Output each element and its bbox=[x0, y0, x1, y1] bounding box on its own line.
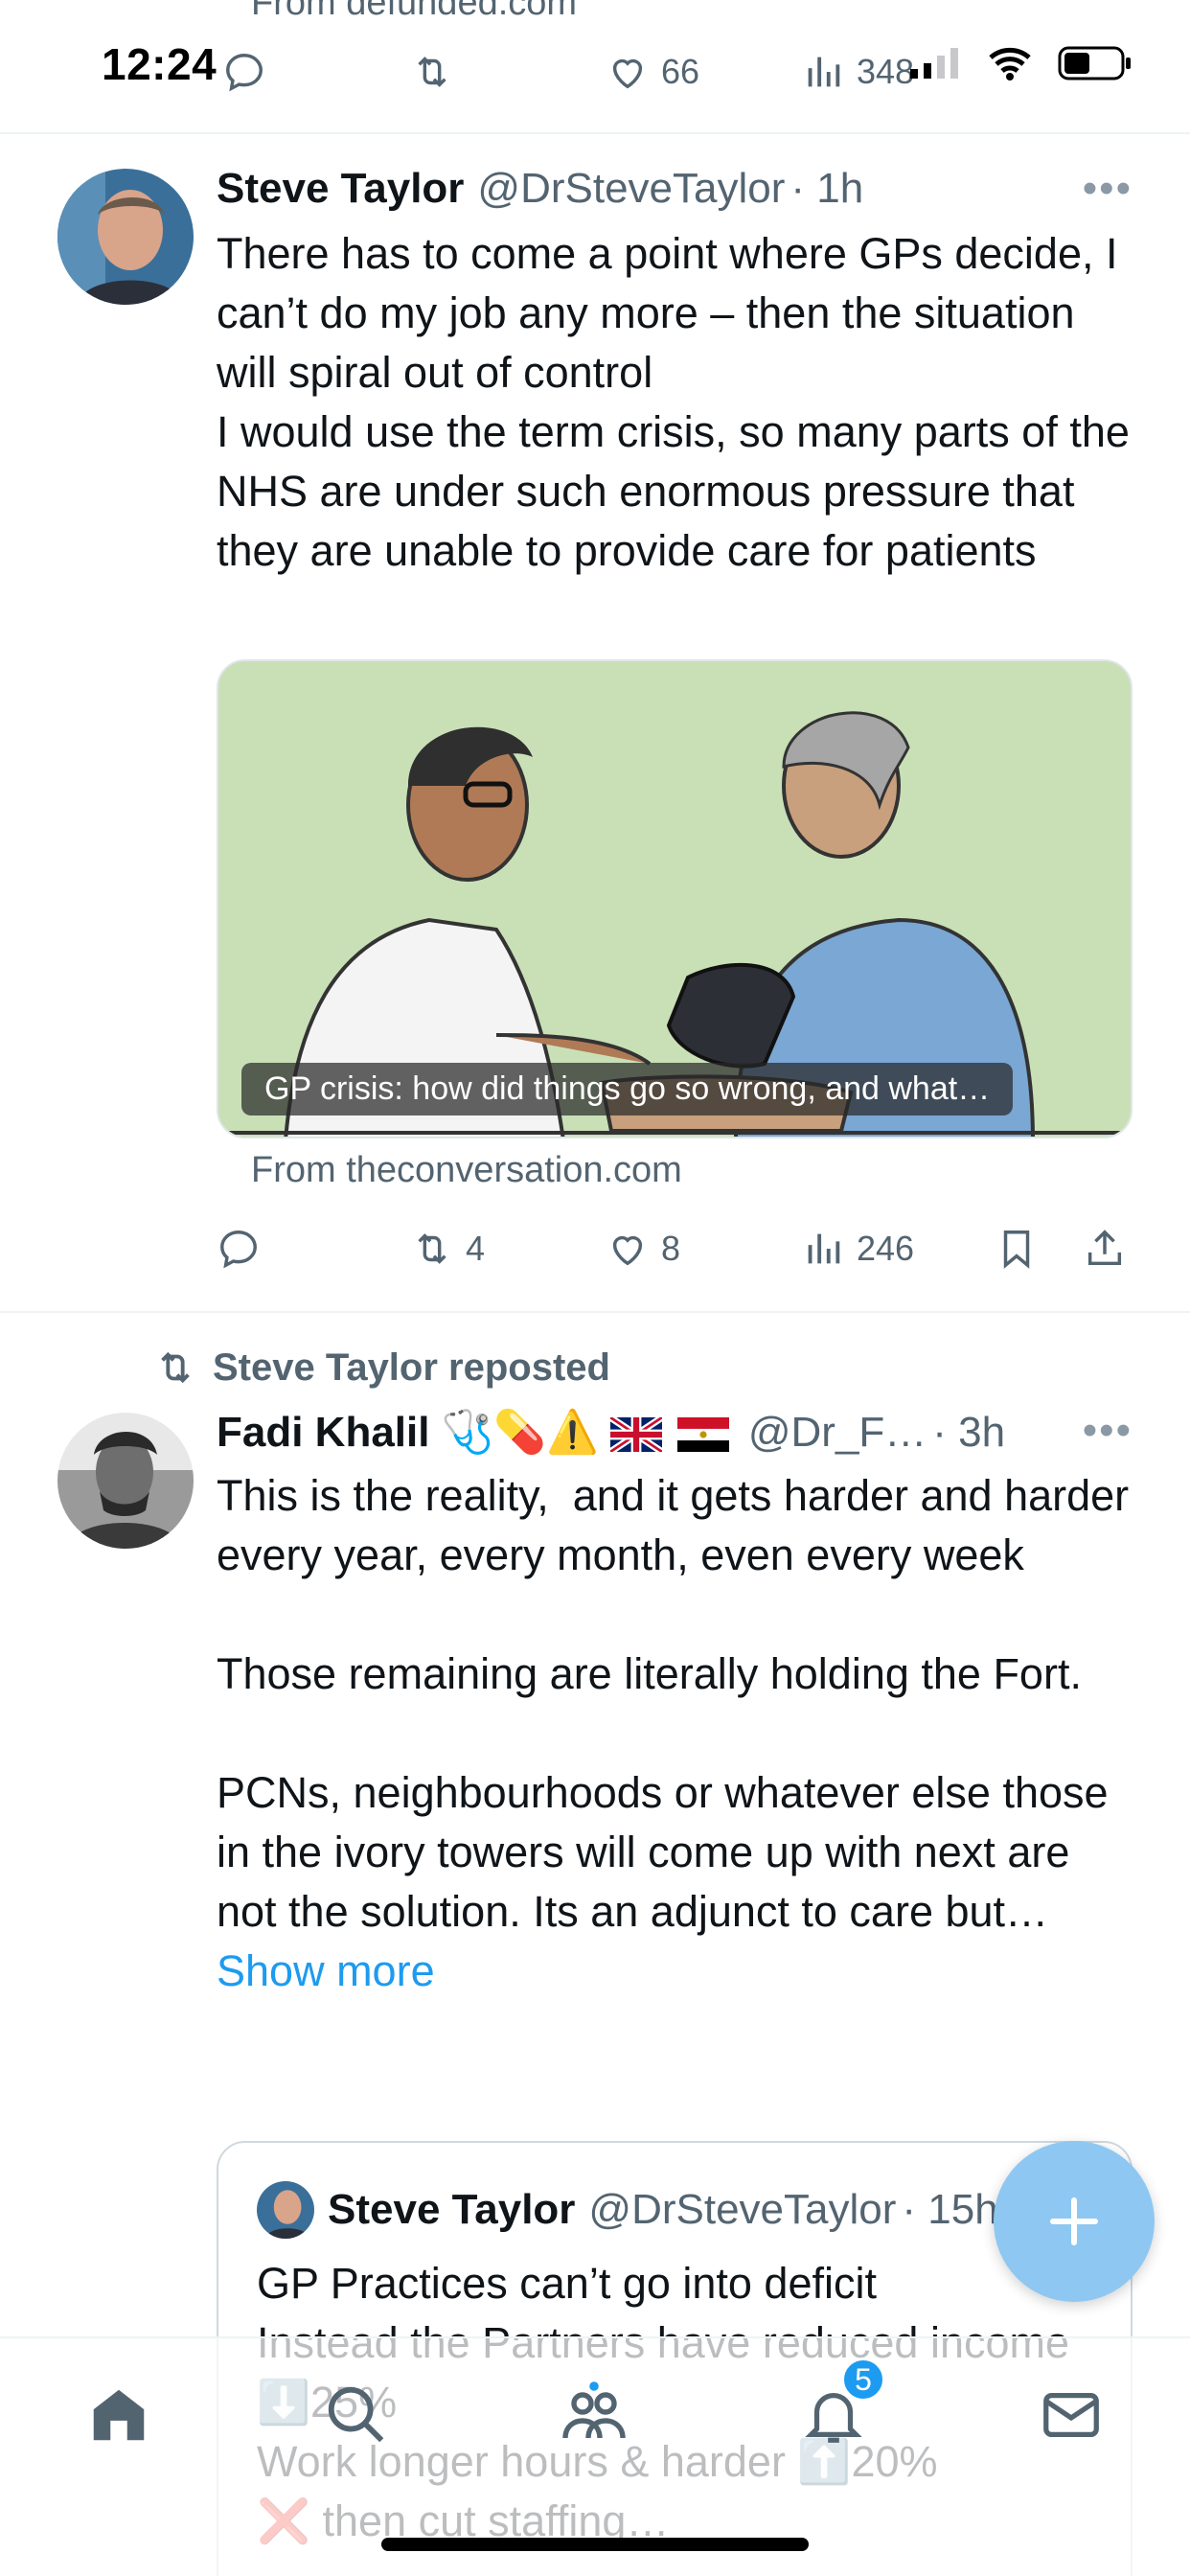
divider bbox=[0, 1311, 1190, 1313]
like-count: 8 bbox=[661, 1229, 681, 1268]
quote-time: · 15h bbox=[902, 2186, 998, 2233]
like-button[interactable]: 66 bbox=[606, 50, 699, 94]
tab-notifications[interactable]: 5 bbox=[795, 2358, 885, 2453]
more-options-button[interactable]: ••• bbox=[1083, 1407, 1133, 1455]
communities-icon bbox=[562, 2381, 626, 2439]
messages-icon bbox=[1043, 2392, 1099, 2438]
tweet-time: · 3h bbox=[932, 1409, 1006, 1456]
avatar[interactable] bbox=[57, 169, 194, 305]
egypt-flag-icon bbox=[676, 1417, 729, 1453]
quote-author-handle: @DrSteveTaylor bbox=[588, 2186, 897, 2233]
tweet-body: This is the reality, and it gets harder … bbox=[217, 1471, 1130, 1936]
wifi-icon bbox=[989, 47, 1031, 80]
search-icon bbox=[328, 2386, 384, 2443]
reply-icon bbox=[220, 1230, 257, 1269]
views-button[interactable]: 348 bbox=[801, 50, 914, 94]
quote-author-name: Steve Taylor bbox=[328, 2186, 576, 2233]
retweet-count: 4 bbox=[466, 1229, 486, 1268]
status-time: 12:24 bbox=[102, 39, 217, 89]
retweet-icon bbox=[418, 57, 446, 87]
views-count: 246 bbox=[857, 1229, 915, 1268]
repost-label: Steve Taylor reposted bbox=[153, 1346, 610, 1390]
tweet-time: · 1h bbox=[790, 165, 864, 212]
home-icon bbox=[93, 2389, 145, 2441]
author-handle[interactable]: @DrSteveTaylor bbox=[477, 165, 785, 213]
author-name[interactable]: Steve Taylor bbox=[217, 165, 464, 213]
views-button[interactable]: 246 bbox=[801, 1227, 914, 1271]
signal-icon bbox=[910, 48, 958, 79]
retweet-icon bbox=[418, 1233, 446, 1264]
bookmark-button[interactable] bbox=[995, 1227, 1039, 1271]
views-icon bbox=[808, 57, 840, 87]
reply-button[interactable] bbox=[217, 1227, 261, 1271]
divider bbox=[0, 132, 1190, 134]
tab-messages[interactable] bbox=[1033, 2377, 1110, 2453]
retweet-button[interactable]: 4 bbox=[410, 1227, 485, 1271]
compose-icon bbox=[1050, 2197, 1098, 2245]
like-count: 66 bbox=[661, 52, 700, 91]
card-source: From theconversation.com bbox=[251, 1150, 682, 1190]
tab-home[interactable] bbox=[80, 2377, 157, 2453]
tweet-text: This is the reality, and it gets harder … bbox=[217, 1466, 1136, 2001]
link-card[interactable]: GP crisis: how did things go so wrong, a… bbox=[217, 659, 1133, 1138]
compose-button[interactable] bbox=[994, 2141, 1155, 2302]
repost-text[interactable]: Steve Taylor reposted bbox=[213, 1346, 610, 1390]
previous-tweet-source: From defunded.com bbox=[251, 0, 578, 23]
status-icons bbox=[908, 44, 1133, 82]
views-icon bbox=[808, 1233, 840, 1264]
home-indicator bbox=[381, 2538, 809, 2551]
avatar[interactable] bbox=[57, 1413, 194, 1549]
name-emoji: 🩺💊⚠️ bbox=[441, 1409, 599, 1456]
tab-search[interactable] bbox=[318, 2377, 395, 2453]
avatar bbox=[257, 2181, 314, 2239]
author-name[interactable]: Fadi Khalil bbox=[217, 1409, 429, 1457]
like-button[interactable]: 8 bbox=[606, 1227, 680, 1271]
notifications-badge: 5 bbox=[841, 2358, 885, 2402]
quote-header: Steve Taylor @DrSteveTaylor · 15h bbox=[257, 2181, 998, 2239]
like-icon bbox=[612, 58, 643, 89]
flags bbox=[609, 1409, 744, 1457]
share-button[interactable] bbox=[1083, 1227, 1127, 1271]
like-icon bbox=[612, 1235, 643, 1266]
retweet-icon bbox=[161, 1351, 190, 1384]
reply-button[interactable] bbox=[222, 50, 266, 94]
show-more-link[interactable]: Show more bbox=[217, 1946, 435, 1995]
tab-communities[interactable] bbox=[556, 2377, 632, 2453]
views-count: 348 bbox=[857, 52, 915, 91]
share-icon bbox=[1087, 1230, 1122, 1266]
tweet-header: Fadi Khalil 🩺💊⚠️ @Dr_F… · 3h bbox=[217, 1407, 1005, 1457]
reply-icon bbox=[226, 54, 263, 92]
bookmark-icon bbox=[1003, 1230, 1030, 1269]
battery-icon bbox=[1058, 46, 1131, 80]
author-handle[interactable]: @Dr_F… bbox=[748, 1409, 927, 1457]
more-options-button[interactable]: ••• bbox=[1083, 165, 1133, 213]
tweet-text: There has to come a point where GPs deci… bbox=[217, 229, 1130, 575]
card-caption: GP crisis: how did things go so wrong, a… bbox=[241, 1063, 1014, 1116]
uk-flag-icon bbox=[609, 1417, 662, 1453]
retweet-button[interactable] bbox=[410, 50, 454, 94]
tweet-header: Steve Taylor @DrSteveTaylor · 1h bbox=[217, 165, 863, 213]
